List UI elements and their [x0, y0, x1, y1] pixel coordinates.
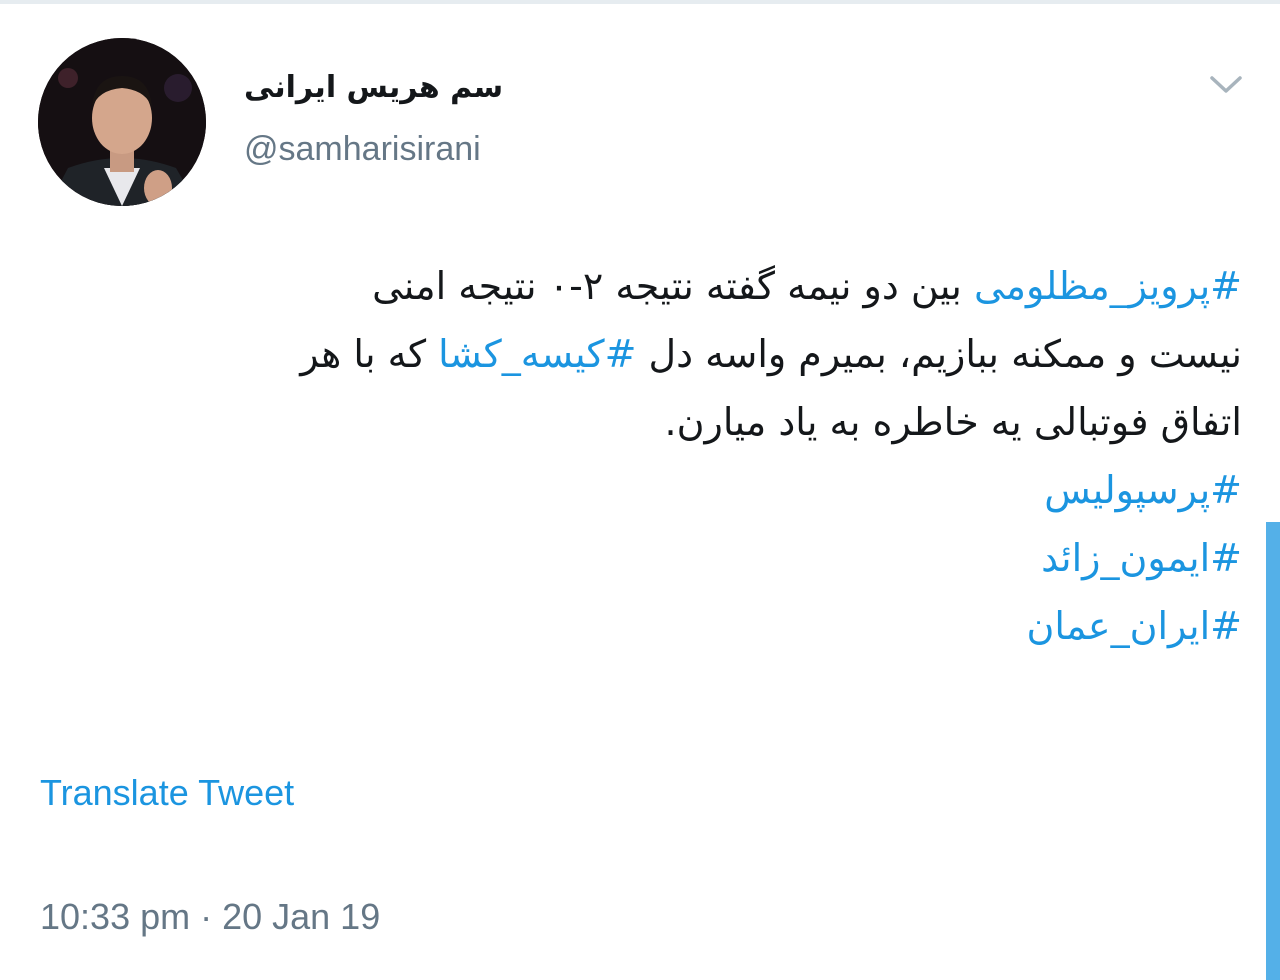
top-divider — [0, 0, 1280, 4]
tweet-page: سم هریس ایرانی @samharisirani #پرویز_مظل… — [0, 0, 1280, 980]
translate-tweet-link[interactable]: Translate Tweet — [40, 772, 294, 814]
scrollbar[interactable] — [1266, 522, 1280, 980]
chevron-down-icon — [1210, 76, 1242, 93]
hashtag-line: #پرسپولیس — [40, 456, 1242, 524]
tweet-line: اتفاق فوتبالی یه خاطره به یاد میارن. — [40, 388, 1242, 456]
more-options-button[interactable] — [1206, 66, 1246, 102]
hashtag-link[interactable]: #ایمون_زائد — [1041, 536, 1242, 580]
tweet-line: نیست و ممکنه ببازیم، بمیرم واسه دل #کیسه… — [40, 320, 1242, 388]
hashtag-link[interactable]: #کیسه_کشا — [438, 332, 636, 376]
hashtag-link[interactable]: #پرسپولیس — [1044, 468, 1242, 512]
avatar-photo — [38, 38, 206, 206]
tweet-text-segment: که با هر — [300, 332, 439, 376]
tweet-text-segment: بین دو نیمه گفته نتیجه ۲-۰ نتیجه امنی — [372, 264, 974, 308]
tweet-line: #پرویز_مظلومی بین دو نیمه گفته نتیجه ۲-۰… — [40, 252, 1242, 320]
hashtag-link[interactable]: #ایران_عمان — [1026, 604, 1242, 648]
hashtag-line: #ایران_عمان — [40, 592, 1242, 660]
tweet-text-segment: نیست و ممکنه ببازیم، بمیرم واسه دل — [636, 332, 1243, 376]
avatar[interactable] — [38, 38, 206, 206]
hashtag-link[interactable]: #پرویز_مظلومی — [974, 264, 1242, 308]
tweet-text-segment: اتفاق فوتبالی یه خاطره به یاد میارن. — [664, 400, 1242, 444]
tweet-timestamp[interactable]: 10:33 pm · 20 Jan 19 — [40, 896, 380, 938]
user-handle[interactable]: @samharisirani — [244, 130, 481, 169]
tweet-text: #پرویز_مظلومی بین دو نیمه گفته نتیجه ۲-۰… — [40, 252, 1242, 660]
display-name-text: سم هریس ایرانی — [244, 70, 504, 105]
hashtag-line: #ایمون_زائد — [40, 524, 1242, 592]
display-name[interactable]: سم هریس ایرانی — [244, 70, 544, 105]
